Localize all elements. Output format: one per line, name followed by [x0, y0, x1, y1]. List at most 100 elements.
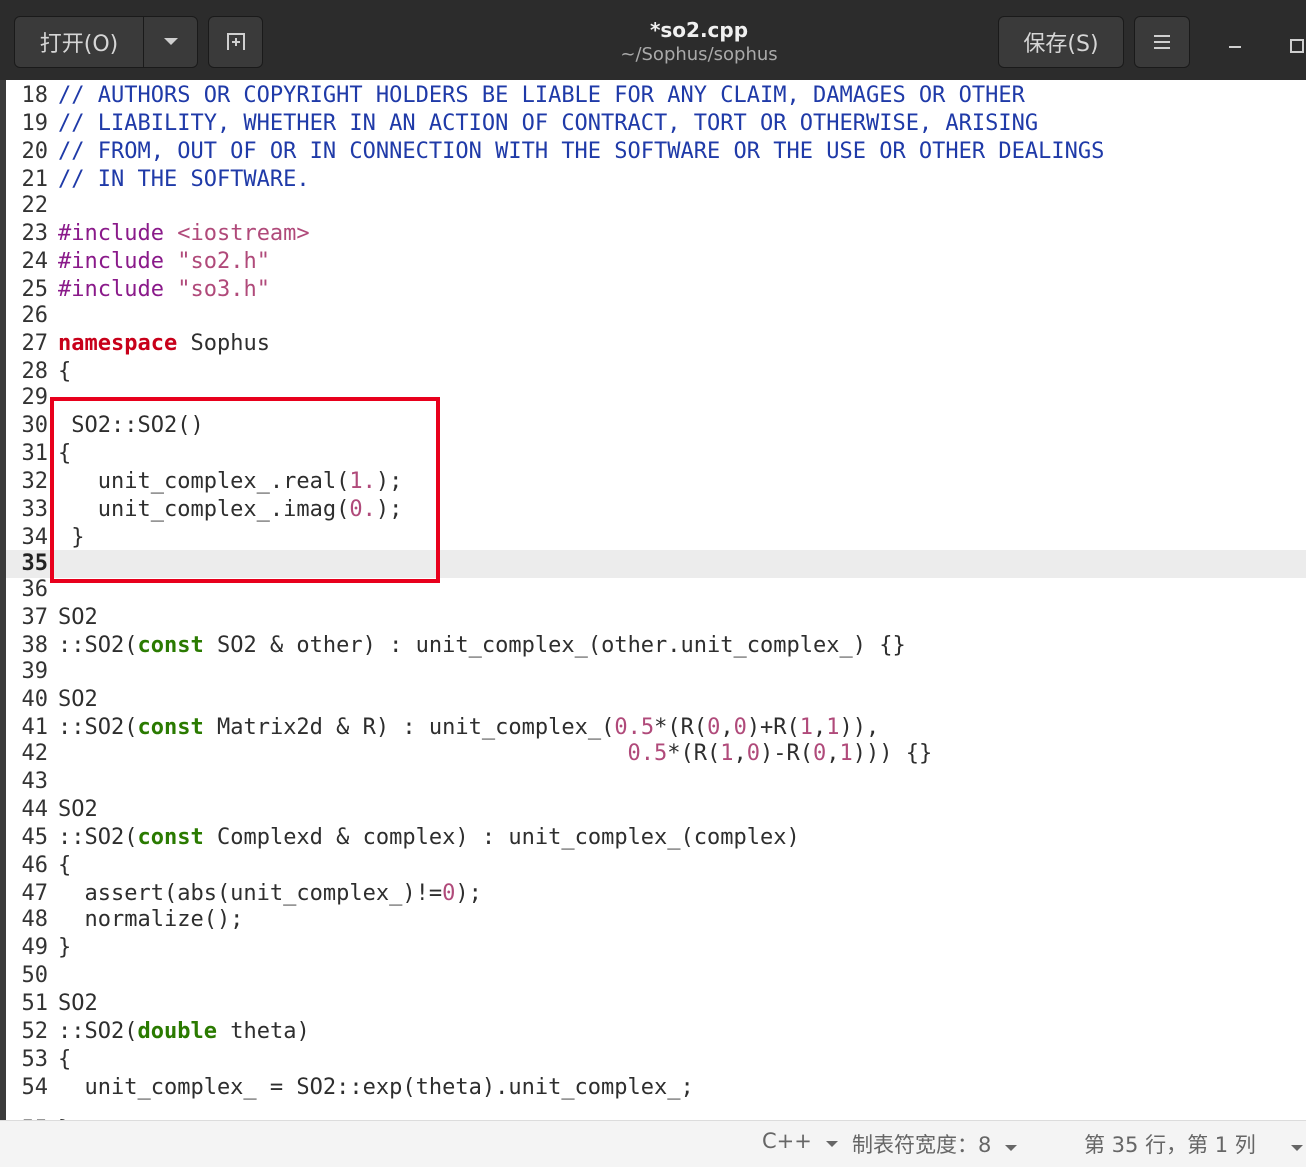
code-line[interactable]: 42 0.5*(R(1,0)-R(0,1))) {} [0, 740, 1306, 768]
code-line[interactable]: 20 // FROM, OUT OF OR IN CONNECTION WITH … [0, 138, 1306, 166]
code-token: ); [455, 881, 482, 906]
code-text: #include <iostream> [58, 220, 310, 248]
code-token: ::SO2( [58, 1019, 138, 1044]
code-line[interactable]: 47 assert(abs(unit_complex_)!=0); [0, 880, 1306, 908]
code-token: ::SO2( [58, 715, 138, 740]
code-token: SO2 & other) : unit_complex_(other.unit_… [203, 633, 906, 658]
code-text: ::SO2(double theta) [58, 1018, 310, 1046]
code-text: ::SO2(const Complexd & complex) : unit_c… [58, 824, 800, 852]
code-line[interactable]: 50 [0, 962, 1306, 990]
code-line[interactable]: 28 { [0, 358, 1306, 386]
line-number: 44 [21, 797, 49, 822]
code-line[interactable]: 18 // AUTHORS OR COPYRIGHT HOLDERS BE LIA… [0, 82, 1306, 110]
line-number: 42 [21, 741, 49, 766]
code-text: // AUTHORS OR COPYRIGHT HOLDERS BE LIABL… [58, 82, 1025, 110]
code-token: // FROM, OUT OF OR IN CONNECTION WITH TH… [58, 139, 1105, 164]
tab-width-selector[interactable]: 制表符宽度：8 [852, 1129, 1018, 1159]
code-line[interactable]: 41::SO2(const Matrix2d & R) : unit_compl… [0, 714, 1306, 742]
code-token: )+R( [746, 715, 800, 740]
code-token: 0.5 [627, 741, 668, 766]
code-token: ::SO2( [58, 633, 138, 658]
line-number: 43 [21, 769, 49, 794]
line-number: 27 [21, 331, 49, 356]
code-line[interactable]: 40 SO2 [0, 686, 1306, 714]
code-token: normalize(); [58, 907, 244, 932]
code-line[interactable]: 46 { [0, 852, 1306, 880]
code-token: { [58, 1047, 72, 1072]
code-line[interactable]: 44 SO2 [0, 796, 1306, 824]
code-line[interactable]: 54 unit_complex_ = SO2::exp(theta).unit_… [0, 1074, 1306, 1102]
code-line[interactable]: 21 // IN THE SOFTWARE. [0, 166, 1306, 194]
hamburger-menu-icon [1154, 35, 1170, 49]
code-token: Matrix2d & R) : unit_complex_( [203, 715, 615, 740]
code-line[interactable]: 52::SO2(double theta) [0, 1018, 1306, 1046]
line-number: 30 [21, 413, 49, 438]
chevron-down-icon [825, 1141, 838, 1147]
code-line[interactable]: 39 [0, 658, 1306, 686]
cursor-position-selector[interactable]: 第 35 行，第 1 列 [1084, 1129, 1304, 1159]
code-text: } [58, 934, 71, 962]
code-line[interactable]: 51 SO2 [0, 990, 1306, 1018]
code-text: ::SO2(const SO2 & other) : unit_complex_… [58, 632, 906, 660]
code-text: // LIABILITY, WHETHER IN AN ACTION OF CO… [58, 110, 1038, 138]
code-token: SO2 [58, 991, 98, 1016]
line-number: 24 [21, 249, 49, 274]
code-line[interactable]: 27 namespace Sophus [0, 330, 1306, 358]
line-number: 50 [21, 963, 49, 988]
line-number: 54 [21, 1075, 49, 1100]
code-line[interactable]: 26 [0, 302, 1306, 330]
code-text: { [58, 1046, 71, 1074]
code-token: , [826, 741, 840, 766]
language-label: C++ [762, 1129, 812, 1153]
code-token: #include [58, 277, 164, 302]
line-number: 34 [21, 525, 49, 550]
code-line[interactable]: 37 SO2 [0, 604, 1306, 632]
code-token: SO2 [58, 797, 98, 822]
code-line[interactable]: 23 #include <iostream> [0, 220, 1306, 248]
code-line[interactable]: 53 { [0, 1046, 1306, 1074]
maximize-button[interactable] [1290, 34, 1304, 58]
window-edge [0, 80, 6, 1120]
code-token: <iostream> [177, 221, 310, 246]
save-button[interactable]: 保存(S) [998, 16, 1124, 68]
language-selector[interactable]: C++ [762, 1129, 839, 1153]
menu-button[interactable] [1134, 16, 1190, 68]
line-number: 22 [21, 193, 49, 218]
line-number: 36 [21, 577, 49, 602]
line-number: 37 [21, 605, 49, 630]
code-line[interactable]: 49} [0, 934, 1306, 962]
code-token: namespace [58, 331, 178, 356]
code-line[interactable]: 38::SO2(const SO2 & other) : unit_comple… [0, 632, 1306, 660]
code-text: namespace Sophus [58, 330, 270, 358]
line-number: 20 [21, 139, 49, 164]
minimize-button[interactable] [1228, 30, 1242, 54]
code-text: SO2 [58, 686, 98, 714]
code-line[interactable]: 22 [0, 192, 1306, 220]
code-token: assert(abs(unit_complex_)!= [58, 881, 443, 906]
code-token: 1 [799, 715, 814, 740]
code-line[interactable]: 24 #include "so2.h" [0, 248, 1306, 276]
code-line[interactable]: 48 normalize(); [0, 906, 1306, 934]
code-line[interactable]: 19 // LIABILITY, WHETHER IN AN ACTION OF … [0, 110, 1306, 138]
code-token: )), [839, 715, 880, 740]
code-token: double [137, 1019, 217, 1044]
code-token: )-R( [760, 741, 814, 766]
code-text: #include "so2.h" [58, 248, 270, 276]
line-number: 35 [21, 551, 49, 576]
code-line[interactable]: 45::SO2(const Complexd & complex) : unit… [0, 824, 1306, 852]
line-number: 39 [21, 659, 49, 684]
code-editor[interactable]: 18 // AUTHORS OR COPYRIGHT HOLDERS BE LIA… [0, 80, 1306, 1120]
code-token: } [58, 935, 72, 960]
code-token: Complexd & complex) : unit_complex_(comp… [203, 825, 800, 850]
code-token: 1 [720, 741, 734, 766]
code-token: 0.5 [614, 715, 655, 740]
code-line[interactable]: 25 #include "so3.h" [0, 276, 1306, 304]
code-line[interactable]: 43 [0, 768, 1306, 796]
code-token: 0 [813, 741, 827, 766]
code-token: *(R( [667, 741, 721, 766]
tab-width-label: 制表符宽度：8 [852, 1133, 992, 1157]
code-token: { [58, 359, 72, 384]
